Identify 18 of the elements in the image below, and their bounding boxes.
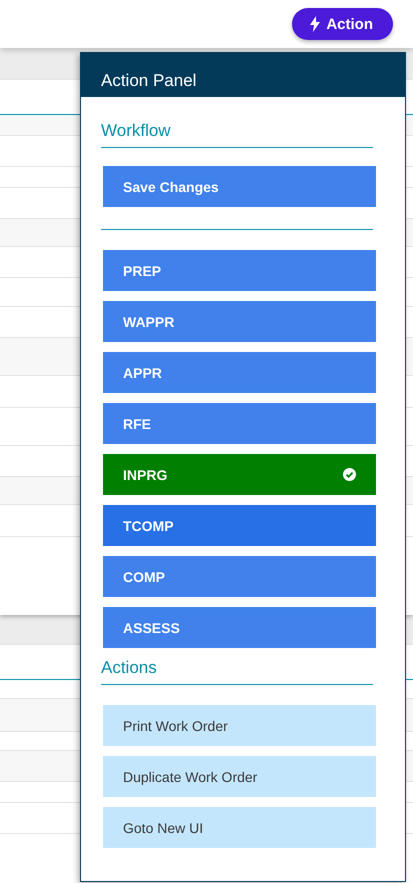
panel-title: Action Panel [81, 53, 405, 97]
section-heading: Actions [101, 658, 373, 685]
status-button[interactable]: WAPPR [103, 301, 376, 342]
action-item[interactable]: Goto New UI [103, 807, 376, 848]
save-changes-button[interactable]: Save Changes [103, 166, 376, 207]
status-button[interactable]: PREP [103, 250, 376, 291]
status-button[interactable]: INPRG [103, 454, 376, 495]
status-button[interactable]: APPR [103, 352, 376, 393]
check-circle-icon [343, 468, 356, 481]
lightning-icon [310, 16, 320, 32]
status-button[interactable]: RFE [103, 403, 376, 444]
status-button[interactable]: COMP [103, 556, 376, 597]
action-item[interactable]: Duplicate Work Order [103, 756, 376, 797]
action-item[interactable]: Print Work Order [103, 705, 376, 746]
action-button[interactable]: Action [292, 8, 393, 40]
status-button[interactable]: TCOMP [103, 505, 376, 546]
section-heading: Workflow [101, 121, 373, 148]
status-button[interactable]: ASSESS [103, 607, 376, 648]
